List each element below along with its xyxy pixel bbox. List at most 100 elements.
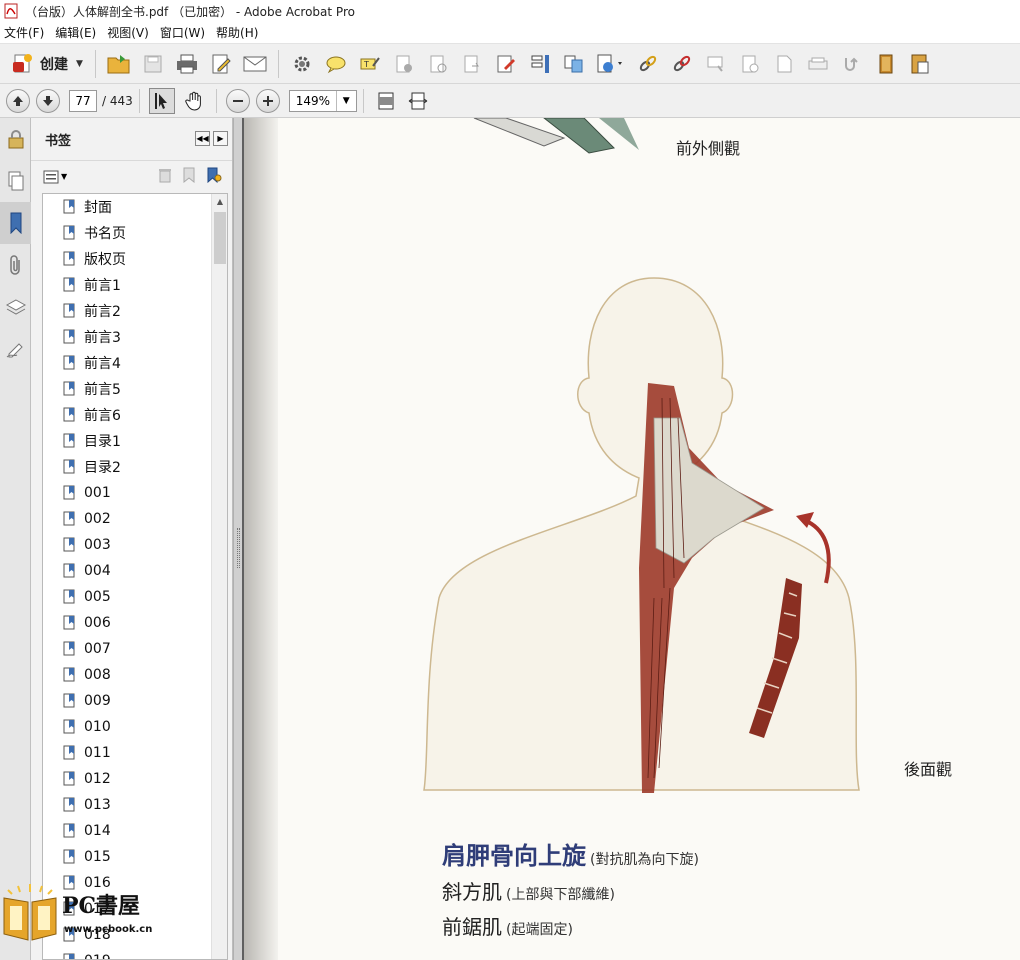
- collapse-left-icon[interactable]: ◀◀: [195, 131, 210, 146]
- sign-button[interactable]: [492, 50, 520, 78]
- chevron-down-icon[interactable]: ▼: [335, 90, 356, 111]
- blank-page-button[interactable]: [770, 50, 798, 78]
- bookmark-item[interactable]: 008: [43, 662, 227, 688]
- navigation-rail: [0, 118, 31, 960]
- bookmark-item[interactable]: 007: [43, 636, 227, 662]
- attachments-panel-button[interactable]: [0, 244, 31, 286]
- bookmark-item[interactable]: 005: [43, 584, 227, 610]
- edit-document-button[interactable]: [207, 50, 235, 78]
- bookmark-label: 015: [84, 849, 111, 865]
- scroll-up-icon[interactable]: ▲: [212, 194, 227, 210]
- anatomy-illustration: [423, 118, 860, 793]
- find-bookmark-button[interactable]: [206, 167, 222, 186]
- redo-button[interactable]: [838, 50, 866, 78]
- splitter-grip[interactable]: [237, 528, 240, 568]
- bookmark-item[interactable]: 目录1: [43, 428, 227, 454]
- menu-help[interactable]: 帮助(H): [212, 24, 265, 41]
- bookmark-item[interactable]: 书名页: [43, 220, 227, 246]
- bookmark-list-scrollbar[interactable]: ▲: [211, 194, 227, 959]
- open-button[interactable]: [105, 50, 133, 78]
- combine-button[interactable]: [560, 50, 588, 78]
- notes-button[interactable]: [906, 50, 934, 78]
- bookmark-item[interactable]: 010: [43, 714, 227, 740]
- bookmark-item[interactable]: 目录2: [43, 454, 227, 480]
- bookmark-item[interactable]: 版权页: [43, 246, 227, 272]
- info-button[interactable]: [736, 50, 764, 78]
- toolbar-separator: [277, 49, 279, 78]
- layers-panel-button[interactable]: [0, 286, 31, 328]
- bookmark-label: 前言1: [84, 278, 121, 294]
- bookmark-item[interactable]: 003: [43, 532, 227, 558]
- bookmark-item[interactable]: 001: [43, 480, 227, 506]
- bookmark-item[interactable]: 前言1: [43, 272, 227, 298]
- bookmark-item[interactable]: 012: [43, 766, 227, 792]
- bookmark-item[interactable]: 前言6: [43, 402, 227, 428]
- menu-view[interactable]: 视图(V): [103, 24, 156, 41]
- caption-back-view: 後面觀: [904, 760, 953, 779]
- export-button[interactable]: [594, 50, 628, 78]
- fit-width-button[interactable]: [405, 88, 431, 114]
- select-tool-button[interactable]: [148, 87, 175, 114]
- new-bookmark-button[interactable]: [182, 167, 196, 186]
- bookmark-item[interactable]: 前言4: [43, 350, 227, 376]
- hand-icon: [185, 91, 201, 111]
- page-number-input[interactable]: 77: [69, 89, 97, 112]
- notebook-button[interactable]: [872, 50, 900, 78]
- export-page-icon: [597, 54, 622, 72]
- form-button[interactable]: [526, 50, 554, 78]
- bookmark-item[interactable]: 004: [43, 558, 227, 584]
- review-button[interactable]: [702, 50, 730, 78]
- zoom-select[interactable]: 149% ▼: [288, 89, 357, 112]
- zoom-out-button[interactable]: [225, 88, 250, 113]
- signatures-panel-button[interactable]: [0, 328, 31, 370]
- print-button[interactable]: [173, 50, 201, 78]
- delete-bookmark-button[interactable]: [158, 167, 172, 186]
- bookmark-item[interactable]: 014: [43, 818, 227, 844]
- bookmark-item[interactable]: 前言2: [43, 298, 227, 324]
- hand-tool-button[interactable]: [181, 88, 207, 114]
- create-button[interactable]: 创建 ▼: [6, 50, 89, 78]
- pages-panel-button[interactable]: [0, 160, 31, 202]
- page-info-icon: [742, 55, 759, 72]
- save-button[interactable]: [139, 50, 167, 78]
- bookmark-item[interactable]: 前言5: [43, 376, 227, 402]
- bookmarks-toolbar: ▼: [31, 160, 232, 192]
- scanner-button[interactable]: [804, 50, 832, 78]
- settings-button[interactable]: [288, 50, 316, 78]
- bookmark-item[interactable]: 011: [43, 740, 227, 766]
- remove-link-button[interactable]: [668, 50, 696, 78]
- scrollbar-thumb[interactable]: [214, 212, 226, 264]
- menu-edit[interactable]: 编辑(E): [51, 24, 103, 41]
- replace-pages-button[interactable]: [458, 50, 486, 78]
- bookmark-item[interactable]: 002: [43, 506, 227, 532]
- pdf-page: 前外側觀 後面觀 肩胛骨向上旋 (對抗肌為向下旋) 斜方肌 (上部與下部纖維) 前鋸…: [244, 118, 1020, 960]
- menu-file[interactable]: 文件(F): [0, 24, 51, 41]
- expand-right-icon[interactable]: ▶: [213, 131, 228, 146]
- bookmark-item[interactable]: 015: [43, 844, 227, 870]
- bookmarks-panel-button[interactable]: [0, 202, 31, 244]
- watermark-text: PC書屋: [62, 893, 141, 919]
- bookmark-item[interactable]: 009: [43, 688, 227, 714]
- highlight-button[interactable]: T: [356, 50, 384, 78]
- bookmark-item[interactable]: 013: [43, 792, 227, 818]
- fit-page-button[interactable]: [373, 88, 399, 114]
- extract-pages-button[interactable]: [424, 50, 452, 78]
- bookmark-options-button[interactable]: ▼: [43, 170, 67, 184]
- bookmark-item[interactable]: 019: [43, 948, 227, 959]
- panel-splitter[interactable]: [233, 118, 242, 960]
- previous-page-button[interactable]: [6, 88, 30, 113]
- security-panel-button[interactable]: [0, 118, 31, 160]
- bookmark-item[interactable]: 前言3: [43, 324, 227, 350]
- next-page-button[interactable]: [36, 88, 60, 113]
- bookmark-search-icon: [207, 167, 222, 184]
- secure-button[interactable]: [634, 50, 662, 78]
- comment-button[interactable]: [322, 50, 350, 78]
- email-button[interactable]: [241, 50, 269, 78]
- bookmark-item[interactable]: 封面: [43, 194, 227, 220]
- delete-pages-button[interactable]: [390, 50, 418, 78]
- menu-window[interactable]: 窗口(W): [156, 24, 212, 41]
- bookmark-item[interactable]: 006: [43, 610, 227, 636]
- zoom-in-button[interactable]: [255, 88, 280, 113]
- sign-document-icon: [497, 55, 515, 72]
- bookmark-label: 005: [84, 589, 111, 605]
